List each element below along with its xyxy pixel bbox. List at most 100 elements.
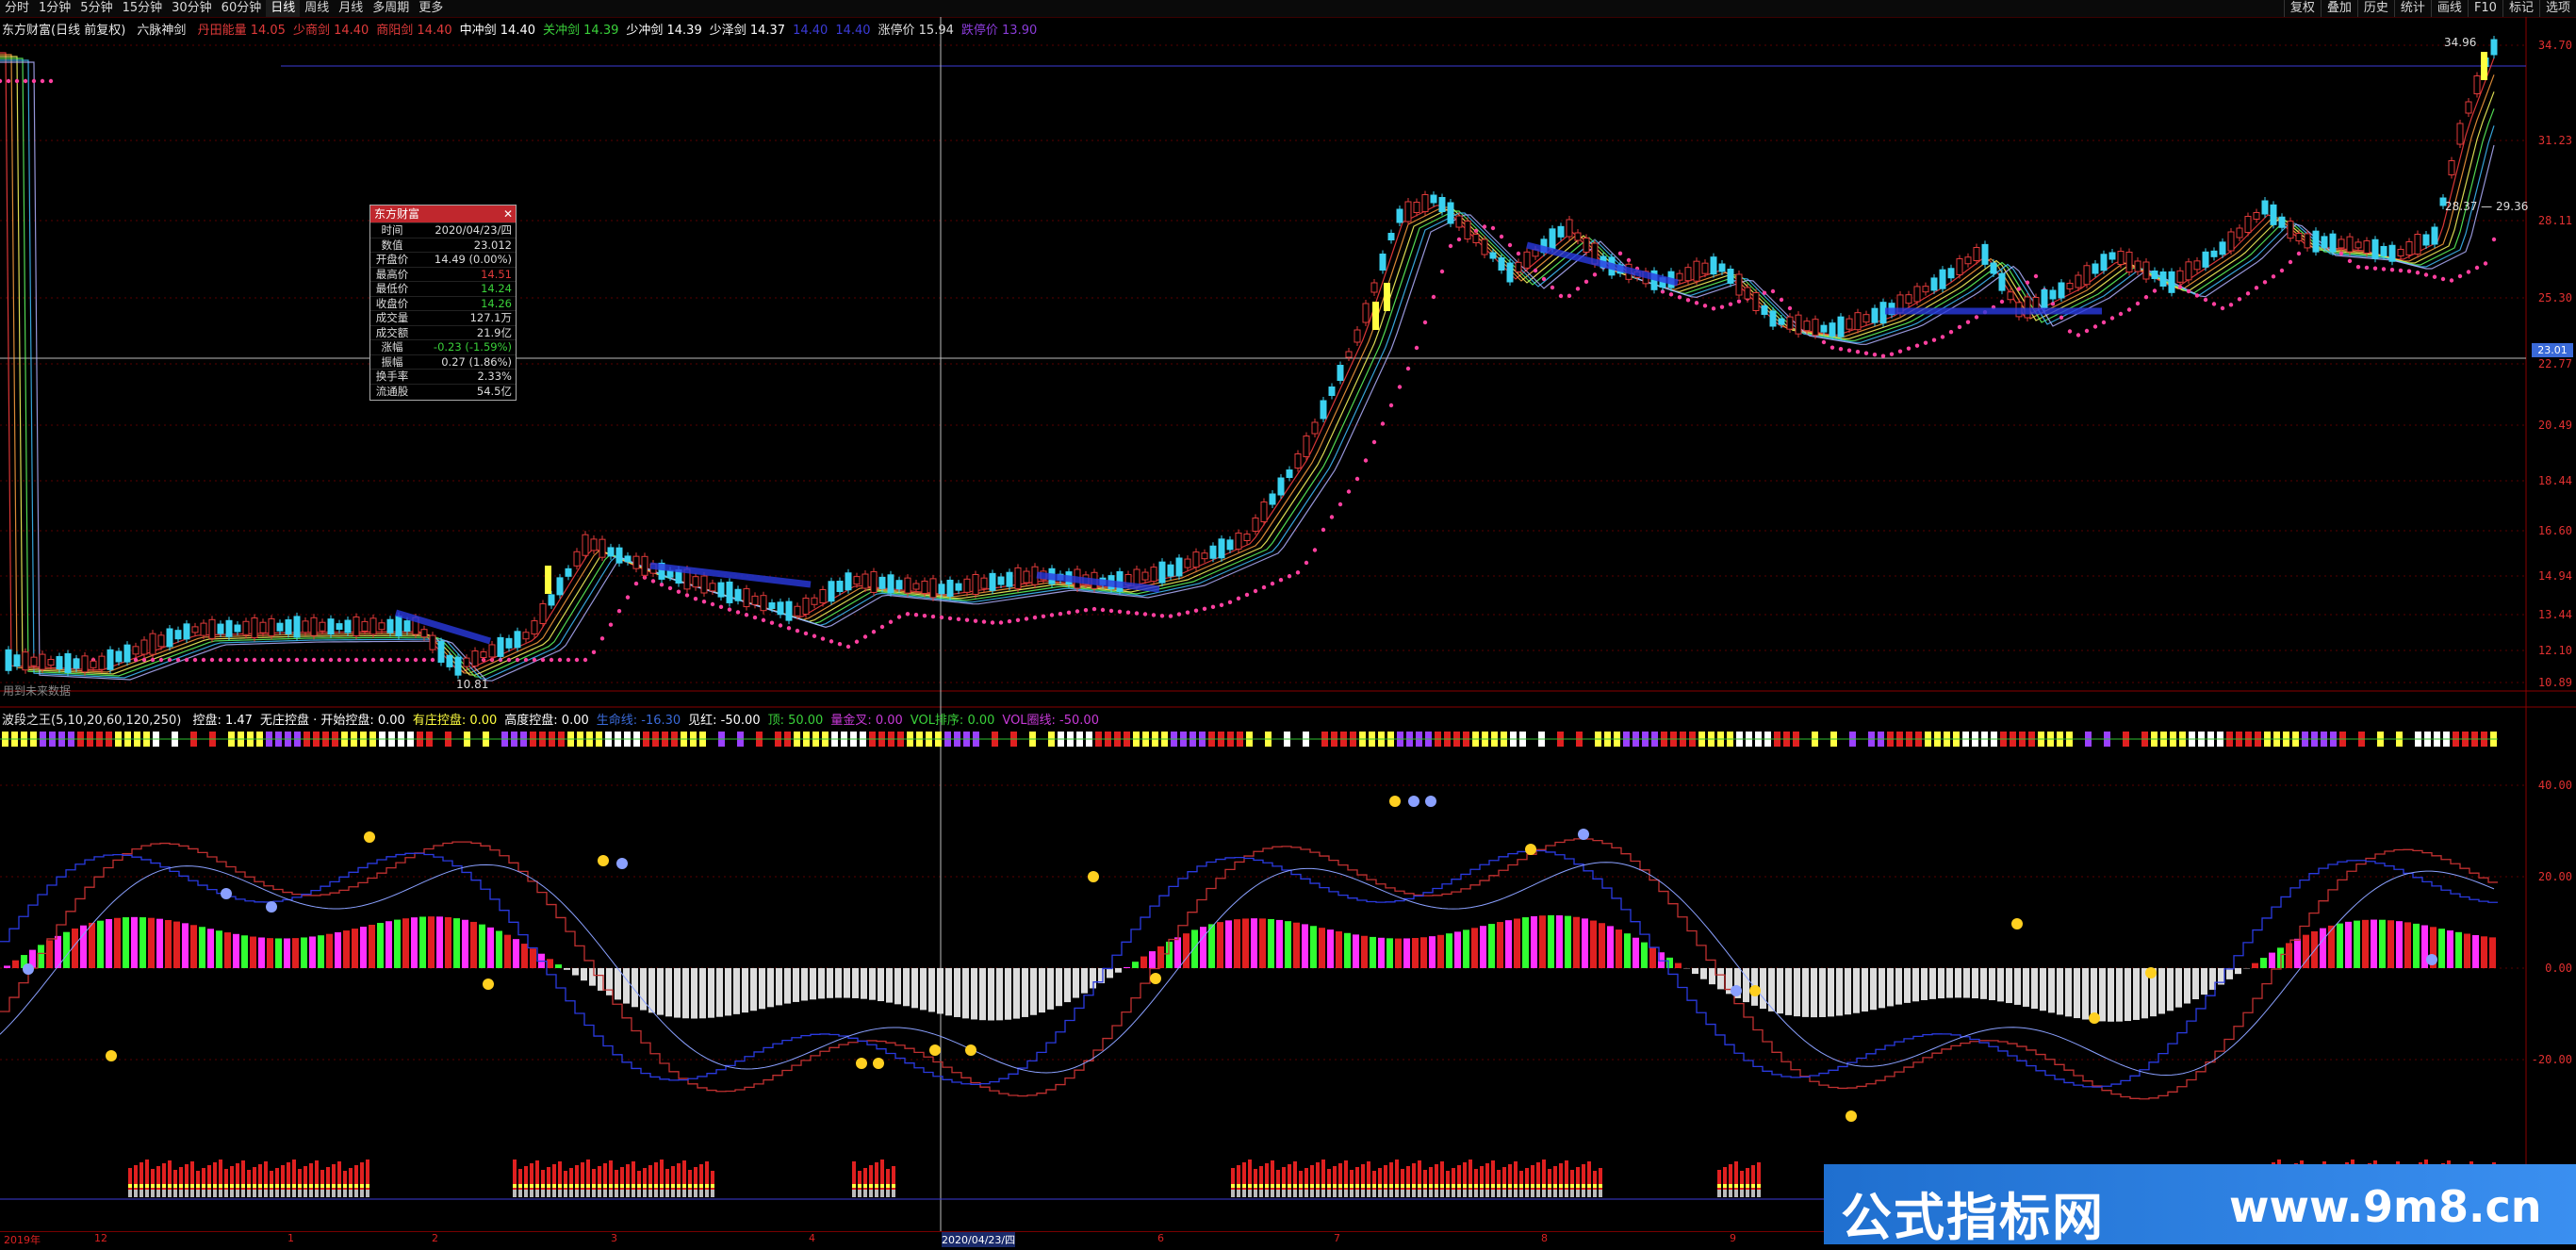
histogram-bar [2269, 953, 2275, 968]
candle-body [2050, 290, 2056, 299]
slow-ma-dot [2076, 333, 2080, 337]
candle-body [837, 582, 843, 592]
slow-ma-dot [15, 79, 19, 83]
slow-ma-dot [2373, 266, 2377, 270]
histogram-bar [2082, 968, 2089, 1020]
volume-base [1480, 1190, 1484, 1197]
histogram-bar [267, 938, 273, 968]
candle-body [1321, 401, 1326, 419]
quote-info-popup[interactable]: 东方财富✕ 时间2020/04/23/四数值23.012开盘价14.49 (0.… [369, 205, 517, 401]
histogram-bar [691, 968, 697, 1019]
volume-base [1734, 1190, 1738, 1197]
slow-ma-dot [1881, 354, 1885, 357]
slow-ma-dot [796, 629, 799, 633]
slow-ma-dot [2068, 329, 2072, 333]
smiley-marker [2011, 918, 2023, 929]
toolbar-button[interactable]: 历史 [2357, 0, 2394, 17]
period-tab[interactable]: 日线 [266, 0, 300, 17]
chart-canvas[interactable] [0, 17, 2576, 1231]
histogram-bar [1174, 937, 1181, 968]
toolbar-right: 复权叠加历史统计画线F10标记选项 [2284, 0, 2576, 17]
slow-ma-dot [1915, 343, 1919, 347]
toolbar-button[interactable]: F10 [2468, 0, 2502, 17]
toolbar-button[interactable]: 复权 [2284, 0, 2321, 17]
smiley-marker [1731, 985, 1742, 996]
candle-body [1779, 319, 1784, 324]
period-tab[interactable]: 1分钟 [34, 0, 75, 17]
toolbar-button[interactable]: 画线 [2431, 0, 2468, 17]
histogram-bar [878, 968, 884, 1001]
toolbar-button[interactable]: 选项 [2539, 0, 2576, 17]
volume-base [609, 1190, 613, 1197]
slow-ma-dot [227, 658, 231, 662]
popup-key: 时间 [374, 223, 410, 238]
volume-base [224, 1190, 228, 1197]
candle-body [1151, 567, 1157, 582]
candle-body [2186, 262, 2191, 280]
histogram-bar [1717, 968, 1724, 989]
histogram-bar [776, 968, 782, 1005]
candle-body [404, 621, 410, 632]
candle-body [1762, 306, 1767, 315]
period-tab[interactable]: 周线 [300, 0, 334, 17]
slow-ma-dot [2102, 321, 2106, 324]
price-tick: 16.60 [2538, 524, 2572, 537]
toolbar-button[interactable]: 标记 [2502, 0, 2539, 17]
volume-marker [1423, 1184, 1427, 1188]
histogram-bar [173, 922, 180, 968]
volume-marker [1304, 1184, 1308, 1188]
volume-base [298, 1190, 302, 1197]
volume-base [535, 1190, 539, 1197]
period-tab[interactable]: 60分钟 [217, 0, 267, 17]
volume-base [213, 1190, 217, 1197]
period-tab[interactable]: 月线 [334, 0, 368, 17]
slow-ma-dot [320, 658, 324, 662]
toolbar-button[interactable]: 叠加 [2321, 0, 2357, 17]
histogram-bar [606, 968, 613, 995]
candle-body [2288, 222, 2293, 238]
candle-body [2143, 262, 2149, 279]
volume-marker [134, 1184, 138, 1188]
volume-marker [247, 1184, 251, 1188]
period-tab[interactable]: 30分钟 [167, 0, 217, 17]
popup-row: 振幅0.27 (1.86%) [370, 354, 516, 370]
slow-ma-dot [982, 619, 986, 623]
histogram-bar [2362, 920, 2369, 968]
volume-base [530, 1190, 533, 1197]
period-tab[interactable]: 多周期 [368, 0, 414, 17]
slow-ma-dot [2212, 302, 2216, 305]
sub-indicator-title[interactable]: 波段之王(5,10,20,60,120,250) [2, 714, 181, 728]
slow-ma-dot [1975, 315, 1978, 319]
volume-base [524, 1190, 528, 1197]
histogram-bar [1115, 968, 1122, 973]
candle-body [455, 657, 461, 675]
slow-ma-dot [533, 658, 536, 662]
volume-marker [1288, 1184, 1291, 1188]
price-tick: 10.89 [2538, 676, 2572, 689]
histogram-bar [1124, 967, 1130, 968]
period-tab[interactable]: 更多 [414, 0, 448, 17]
slow-ma-dot [1330, 515, 1334, 518]
period-tab[interactable]: 15分钟 [118, 0, 168, 17]
candle-body [506, 638, 512, 648]
histogram-bar [2116, 968, 2123, 1022]
histogram-bar [615, 968, 621, 999]
histogram-bar [801, 968, 808, 1000]
slow-ma-dot [1839, 347, 1843, 351]
slow-ma-dot [2144, 295, 2148, 299]
volume-marker [1723, 1184, 1727, 1188]
volume-base [648, 1190, 652, 1197]
smiley-marker [23, 963, 34, 975]
period-tab[interactable]: 5分钟 [75, 0, 117, 17]
toolbar-button[interactable]: 统计 [2394, 0, 2431, 17]
candle-body [812, 598, 817, 604]
close-icon[interactable]: ✕ [503, 206, 513, 222]
volume-marker [892, 1184, 895, 1188]
slow-ma-dot [363, 658, 367, 662]
histogram-bar [699, 968, 706, 1018]
period-tab[interactable]: 分时 [0, 0, 34, 17]
volume-base [1508, 1190, 1512, 1197]
volume-marker [1514, 1184, 1518, 1188]
histogram-bar [1777, 968, 1783, 1013]
slow-ma-dot [694, 597, 697, 600]
